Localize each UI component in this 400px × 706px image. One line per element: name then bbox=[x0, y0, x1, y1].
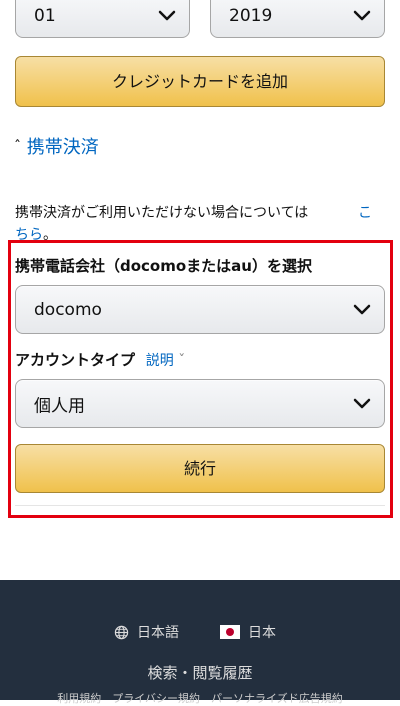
page-content: 01 2019 クレジットカードを追加 ˆ 携帯決済 携帯決済がご利用いただけな… bbox=[0, 0, 400, 580]
country-label: 日本 bbox=[248, 625, 276, 641]
browsing-history-link[interactable]: 検索・閲覧履歴 bbox=[0, 662, 400, 683]
expiry-year-value: 2019 bbox=[229, 6, 273, 26]
footer: 日本語 日本 検索・閲覧履歴 利用規約 プライバシー規約 パーソナライズド広告規… bbox=[0, 580, 400, 705]
account-type-help-link[interactable]: 説明 ˇ bbox=[146, 353, 185, 369]
carrier-select-label: 携帯電話会社（docomoまたはau）を選択 bbox=[15, 257, 312, 275]
caret-up-icon: ˆ bbox=[14, 139, 21, 155]
continue-button[interactable]: 続行 bbox=[15, 444, 385, 493]
account-type-select[interactable]: 個人用 bbox=[15, 379, 385, 428]
account-type-row: アカウントタイプ 説明 ˇ bbox=[15, 349, 185, 370]
carrier-select-value: docomo bbox=[34, 299, 102, 320]
add-credit-card-label: クレジットカードを追加 bbox=[111, 72, 288, 91]
expiry-year-select[interactable]: 2019 bbox=[210, 0, 385, 38]
carrier-notice-link-part1[interactable]: こ bbox=[358, 202, 372, 224]
account-type-help-label: 説明 bbox=[145, 353, 174, 369]
chevron-down-small-icon: ˇ bbox=[178, 353, 186, 369]
country-selector[interactable]: 日本 bbox=[220, 622, 276, 642]
chevron-down-icon bbox=[353, 398, 371, 408]
chevron-down-icon bbox=[353, 304, 371, 314]
section-divider bbox=[15, 505, 385, 506]
carrier-notice-text: 携帯決済がご利用いただけない場合については bbox=[15, 205, 309, 221]
account-type-value: 個人用 bbox=[34, 396, 85, 416]
carrier-select[interactable]: docomo bbox=[15, 285, 385, 334]
chevron-down-icon bbox=[158, 10, 176, 21]
account-type-label: アカウントタイプ bbox=[15, 351, 136, 369]
carrier-billing-title: 携帯決済 bbox=[26, 137, 99, 158]
continue-label: 続行 bbox=[183, 459, 216, 478]
carrier-billing-toggle[interactable]: ˆ 携帯決済 bbox=[14, 133, 99, 159]
expiry-month-select[interactable]: 01 bbox=[15, 0, 190, 38]
globe-icon bbox=[114, 625, 129, 639]
japan-flag-icon bbox=[220, 625, 240, 639]
language-selector[interactable]: 日本語 bbox=[114, 622, 179, 642]
expiry-month-value: 01 bbox=[34, 6, 56, 26]
footer-legal-links[interactable]: 利用規約 プライバシー規約 パーソナライズド広告規約 bbox=[0, 690, 400, 706]
add-credit-card-button[interactable]: クレジットカードを追加 bbox=[15, 56, 385, 107]
chevron-down-icon bbox=[353, 10, 371, 21]
language-label: 日本語 bbox=[137, 625, 179, 641]
